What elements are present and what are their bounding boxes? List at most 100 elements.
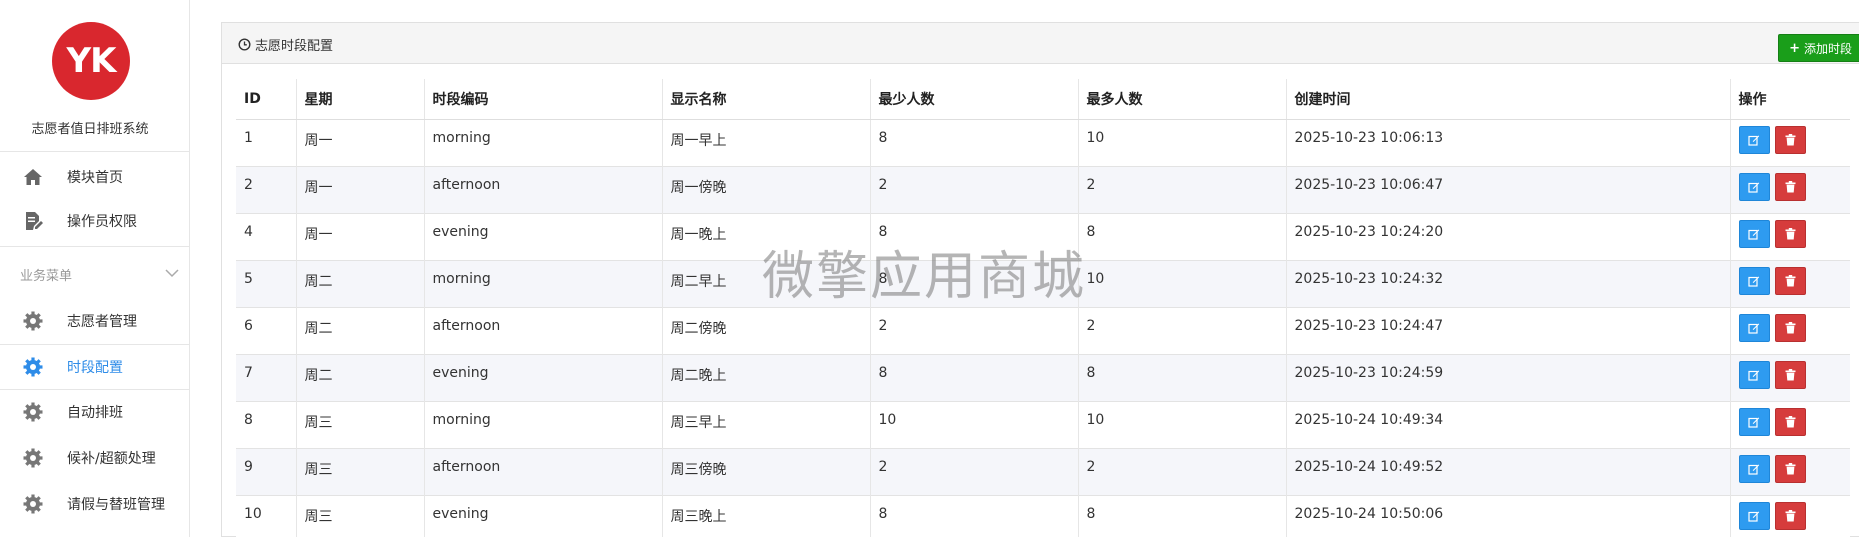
delete-button[interactable]	[1774, 454, 1806, 483]
table-cell: 周三傍晚	[661, 447, 870, 495]
table-cell: 1	[236, 118, 296, 166]
edit-button[interactable]	[1738, 219, 1770, 248]
table-cell: 2	[1077, 447, 1286, 495]
table-cell: 2	[869, 306, 1078, 354]
table-cell: 8	[869, 118, 1078, 166]
actions-cell	[1729, 447, 1850, 495]
gear-icon	[23, 448, 43, 468]
column-header: 最少人数	[869, 79, 1078, 120]
table-row: 10 周三 evening 周三晚上 8 8 2025-10-24 10:50:06	[236, 494, 1850, 537]
edit-button[interactable]	[1738, 313, 1770, 342]
edit-button[interactable]	[1738, 501, 1770, 530]
edit-icon	[1748, 417, 1760, 428]
panel-title-text: 志愿时段配置	[255, 39, 334, 54]
edit-button[interactable]	[1738, 454, 1770, 483]
table-cell: morning	[423, 118, 662, 166]
column-header: 操作	[1729, 79, 1850, 120]
delete-button[interactable]	[1774, 219, 1806, 248]
table-cell: 2025-10-23 10:24:47	[1285, 306, 1730, 354]
table-cell: 10	[1077, 118, 1286, 166]
edit-button[interactable]	[1738, 407, 1770, 436]
trash-icon	[1785, 462, 1795, 474]
edit-button[interactable]	[1738, 360, 1770, 389]
sidebar-item-label: 志愿者管理	[67, 314, 137, 330]
table-cell: morning	[423, 400, 662, 448]
sidebar-item-time-slots[interactable]: 时段配置	[0, 344, 190, 388]
table-cell: 2	[236, 165, 296, 213]
delete-button[interactable]	[1774, 313, 1806, 342]
table-cell: 4	[236, 212, 296, 260]
home-icon	[24, 169, 42, 185]
delete-button[interactable]	[1774, 360, 1806, 389]
edit-icon	[1748, 464, 1760, 475]
edit-button[interactable]	[1738, 172, 1770, 201]
actions-cell	[1729, 400, 1850, 448]
table-cell: evening	[423, 353, 662, 401]
table-cell: 6	[236, 306, 296, 354]
table-header-row: ID 星期 时段编码 显示名称 最少人数 最多人数 创建时间 操作	[236, 79, 1850, 120]
table-cell: 7	[236, 353, 296, 401]
table-cell: 8	[869, 353, 1078, 401]
table-cell: 2025-10-24 10:50:06	[1285, 494, 1730, 537]
sidebar-item-leave-substitute[interactable]: 请假与替班管理	[0, 481, 190, 525]
sidebar-item-label: 模块首页	[67, 170, 123, 186]
delete-button[interactable]	[1774, 407, 1806, 436]
delete-button[interactable]	[1774, 172, 1806, 201]
actions-cell	[1729, 259, 1850, 307]
actions-cell	[1729, 165, 1850, 213]
sidebar-item-label: 候补/超额处理	[67, 451, 156, 467]
logo[interactable]: YK	[52, 22, 130, 100]
table-cell: 8	[869, 212, 1078, 260]
table-cell: 周三	[295, 447, 424, 495]
table-cell: 2	[869, 447, 1078, 495]
trash-icon	[1785, 274, 1795, 286]
sidebar-item-waitlist[interactable]: 候补/超额处理	[0, 435, 190, 479]
table-cell: 周二晚上	[661, 353, 870, 401]
sidebar-item-home[interactable]: 模块首页	[0, 154, 190, 198]
sidebar-item-label: 请假与替班管理	[67, 497, 165, 513]
table-cell: 周二傍晚	[661, 306, 870, 354]
table-cell: 8	[1077, 353, 1286, 401]
column-header: 创建时间	[1285, 79, 1730, 120]
table-cell: 2	[869, 165, 1078, 213]
edit-icon	[1748, 323, 1760, 334]
trash-icon	[1785, 180, 1795, 192]
table-cell: evening	[423, 212, 662, 260]
divider	[0, 246, 190, 247]
table-cell: afternoon	[423, 165, 662, 213]
table-row: 6 周二 afternoon 周二傍晚 2 2 2025-10-23 10:24:47	[236, 306, 1850, 354]
edit-button[interactable]	[1738, 266, 1770, 295]
table-cell: 2025-10-23 10:06:47	[1285, 165, 1730, 213]
table-row: 2 周一 afternoon 周一傍晚 2 2 2025-10-23 10:06:47	[236, 165, 1850, 213]
panel-header: 志愿时段配置 + 添加时段	[222, 23, 1859, 64]
add-time-slot-button[interactable]: + 添加时段	[1778, 34, 1859, 62]
table-cell: 周一	[295, 212, 424, 260]
column-header: ID	[236, 79, 296, 120]
table-cell: 10	[236, 494, 296, 537]
table-cell: 2025-10-24 10:49:34	[1285, 400, 1730, 448]
sidebar: YK 志愿者值日排班系统 模块首页 操作员权限 业务菜单 志愿者管理 时段配置 …	[0, 0, 190, 537]
sidebar-item-label: 自动排班	[67, 405, 123, 421]
delete-button[interactable]	[1774, 501, 1806, 530]
actions-cell	[1729, 494, 1850, 537]
table-cell: morning	[423, 259, 662, 307]
table-cell: 2025-10-23 10:06:13	[1285, 118, 1730, 166]
table-cell: 周一早上	[661, 118, 870, 166]
sidebar-item-volunteers[interactable]: 志愿者管理	[0, 298, 190, 342]
table-row: 4 周一 evening 周一晚上 8 8 2025-10-23 10:24:20	[236, 212, 1850, 260]
edit-icon	[1748, 229, 1760, 240]
table-cell: 5	[236, 259, 296, 307]
edit-button[interactable]	[1738, 125, 1770, 154]
sidebar-item-operator-permissions[interactable]: 操作员权限	[0, 198, 190, 242]
table-cell: 8	[869, 259, 1078, 307]
delete-button[interactable]	[1774, 125, 1806, 154]
table-row: 8 周三 morning 周三早上 10 10 2025-10-24 10:49:34	[236, 400, 1850, 448]
table-cell: 周三	[295, 400, 424, 448]
actions-cell	[1729, 212, 1850, 260]
chevron-down-icon[interactable]	[165, 268, 179, 278]
table-row: 5 周二 morning 周二早上 8 10 2025-10-23 10:24:32	[236, 259, 1850, 307]
table-cell: 8	[1077, 212, 1286, 260]
time-slot-panel: 志愿时段配置 + 添加时段 ID 星期 时段编码 显示名称 最少人数 最多人数 …	[221, 22, 1859, 537]
sidebar-item-auto-schedule[interactable]: 自动排班	[0, 389, 190, 433]
delete-button[interactable]	[1774, 266, 1806, 295]
